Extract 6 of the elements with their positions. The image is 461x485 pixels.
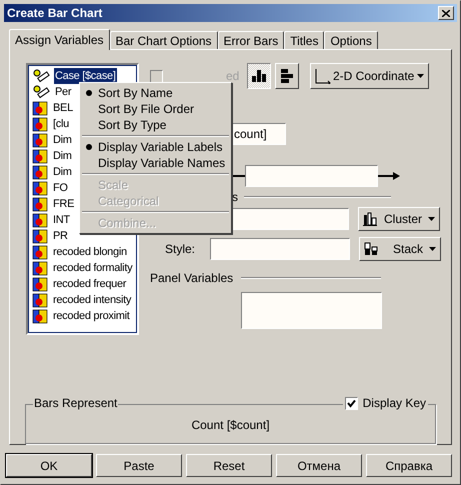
bars-represent-value: Count [$count] <box>191 417 270 434</box>
display-key-label: Display Key <box>362 396 426 410</box>
style-label: Style: <box>165 241 196 258</box>
window-title: Create Bar Chart <box>7 5 102 22</box>
panel-variables-label: Panel Variables <box>150 270 234 287</box>
bars-represent-title: Bars Represent <box>33 396 118 410</box>
